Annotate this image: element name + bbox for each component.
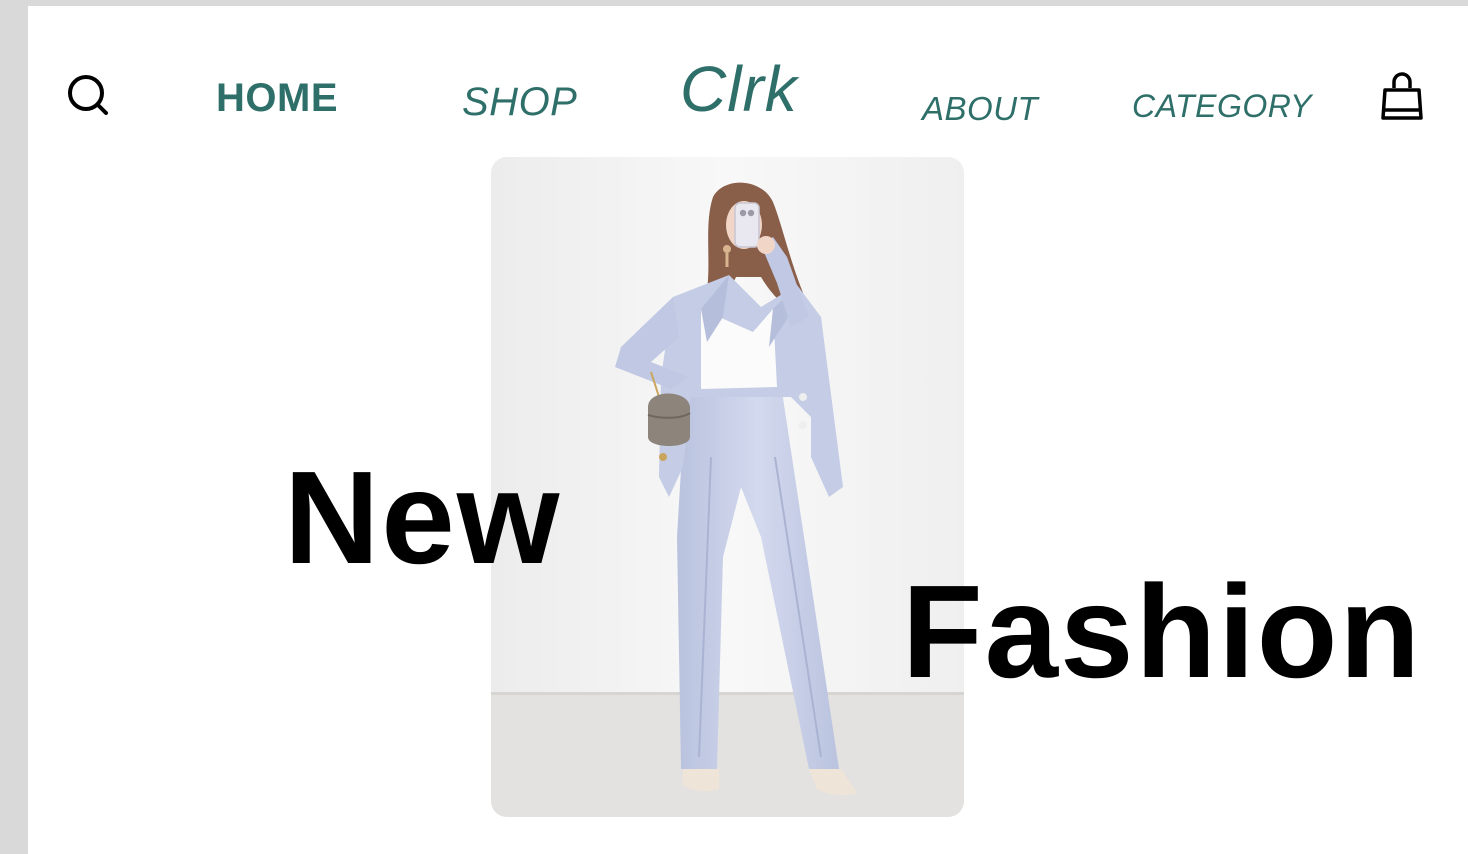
page: HOME SHOP Clrk ABOUT CATEGORY New Fashio… <box>0 0 1468 854</box>
nav-shop-link[interactable]: SHOP <box>462 80 577 125</box>
top-border <box>0 0 1468 6</box>
nav-category-link[interactable]: CATEGORY <box>1132 88 1312 125</box>
hero-photo <box>491 157 964 817</box>
left-border <box>0 0 28 854</box>
brand-logo[interactable]: Clrk <box>680 52 798 126</box>
headline-new: New <box>284 444 562 591</box>
shopping-bag-icon <box>1381 72 1423 120</box>
nav-about-link[interactable]: ABOUT <box>922 90 1038 128</box>
search-button[interactable] <box>64 72 112 120</box>
cart-button[interactable] <box>1380 72 1424 122</box>
headline-fashion: Fashion <box>902 558 1423 705</box>
fashion-model-photo <box>491 157 964 817</box>
search-icon <box>68 75 108 115</box>
nav-home-link[interactable]: HOME <box>216 76 338 121</box>
